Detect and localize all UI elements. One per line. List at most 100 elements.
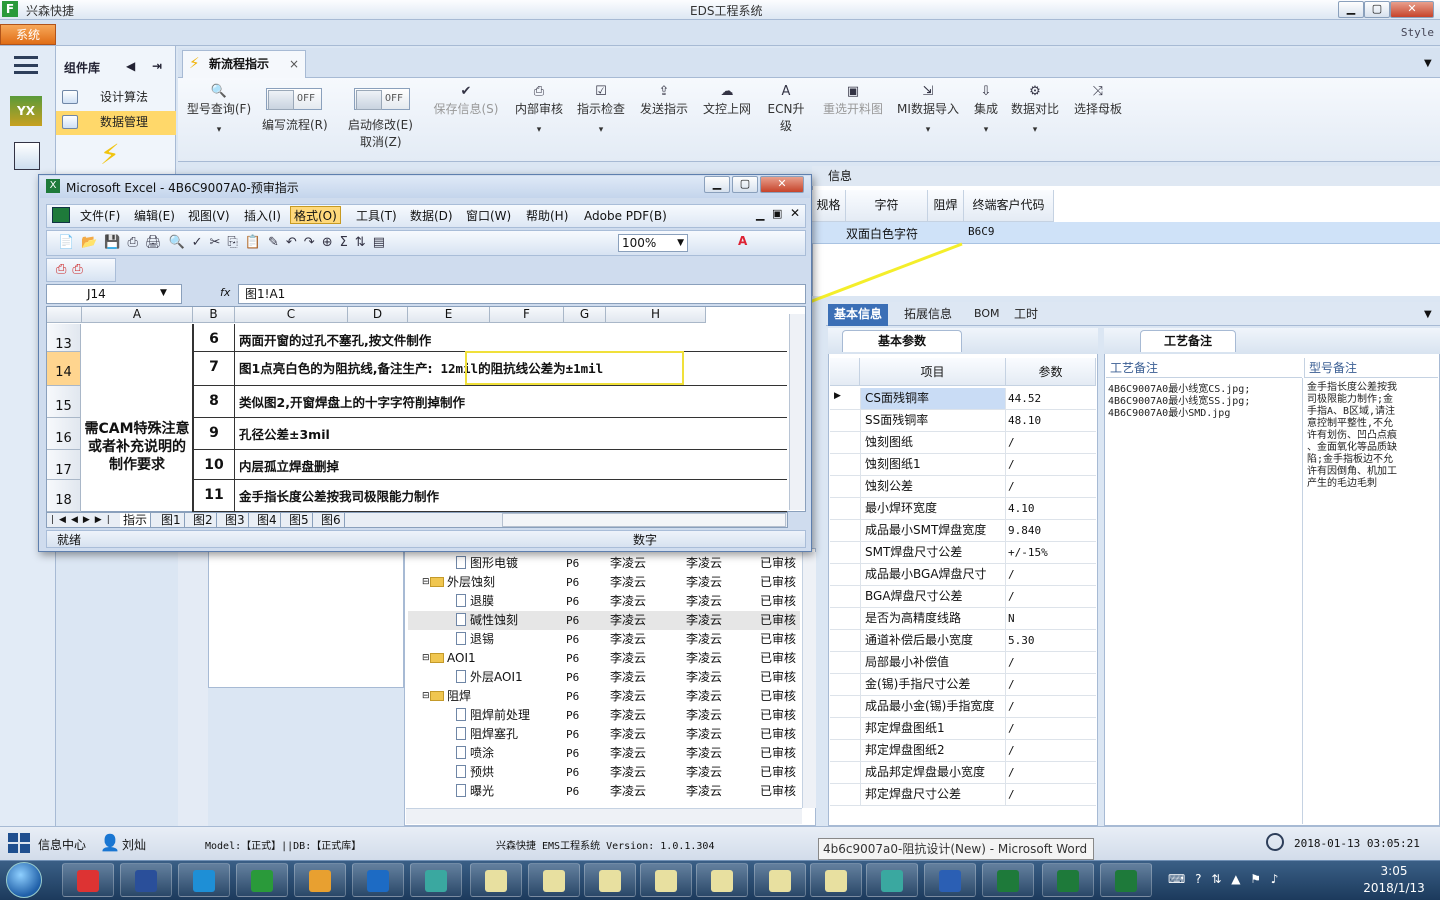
excel-doc-minimize[interactable]: ▁ — [756, 208, 764, 221]
ribbon-button-compare[interactable]: ⚙ 数据对比 ▾ — [1008, 84, 1062, 154]
tree-row[interactable]: 图形电镀 P6 李凌云 李凌云 已审核 — [408, 554, 800, 573]
taskbar-app-button[interactable] — [754, 863, 806, 897]
tree-row[interactable]: 退锡 P6 李凌云 李凌云 已审核 — [408, 630, 800, 649]
start-button[interactable] — [6, 862, 42, 898]
column-header[interactable]: E — [408, 307, 490, 323]
cell-b[interactable]: 9 — [193, 418, 235, 450]
sheet-tab[interactable]: 图4 — [254, 513, 281, 527]
param-row[interactable]: 邦定焊盘尺寸公差 / — [830, 784, 1096, 806]
sheet-tab[interactable]: 图5 — [286, 513, 313, 527]
sheet-nav-arrows[interactable]: |◀◀▶▶| — [51, 513, 115, 527]
taskbar-app-button[interactable] — [120, 863, 172, 897]
excel-menu-item[interactable]: 帮助(H) — [526, 207, 568, 225]
param-row[interactable]: ▶ CS面残铜率 44.52 — [830, 388, 1096, 410]
tree-row[interactable]: ⊟ AOI1 P6 李凌云 李凌云 已审核 — [408, 649, 800, 668]
taskbar-app-button[interactable] — [178, 863, 230, 897]
param-row[interactable]: 成品最小BGA焊盘尺寸 / — [830, 564, 1096, 586]
edit-flow-toggle[interactable]: OFF — [266, 88, 322, 110]
column-header[interactable]: B — [193, 307, 235, 323]
ribbon-button-checkbox[interactable]: ☑ 指示检查 ▾ — [574, 84, 628, 154]
cell-a-merged[interactable]: 需CAM特殊注意或者补充说明的制作要求 — [82, 324, 193, 512]
param-row[interactable]: 邦定焊盘图纸2/ — [830, 740, 1096, 762]
tree-row[interactable]: 阻焊前处理 P6 李凌云 李凌云 已审核 — [408, 706, 800, 725]
excel-doc-restore[interactable]: ▣ — [772, 207, 782, 220]
close-button[interactable]: ✕ — [1390, 1, 1434, 18]
param-value[interactable]: 48.10 — [1006, 410, 1096, 431]
param-row[interactable]: 通道补偿后最小宽度 5.30 — [830, 630, 1096, 652]
param-value[interactable]: 44.52 — [1006, 388, 1096, 409]
tree-row[interactable]: 曝光 P6 李凌云 李凌云 已审核 — [408, 782, 800, 801]
column-header[interactable]: H — [606, 307, 706, 323]
column-header[interactable]: D — [348, 307, 408, 323]
taskbar-app-button[interactable] — [924, 863, 976, 897]
param-row[interactable]: 局部最小补偿值 / — [830, 652, 1096, 674]
taskbar-app-button[interactable] — [470, 863, 522, 897]
cell-b[interactable]: 11 — [193, 480, 235, 512]
param-row[interactable]: 是否为高精度线路 N — [830, 608, 1096, 630]
taskbar-app-button[interactable] — [236, 863, 288, 897]
param-row[interactable]: 成品邦定焊盘最小宽度 / — [830, 762, 1096, 784]
taskbar-app-button[interactable] — [410, 863, 462, 897]
system-menu-button[interactable]: 系统 — [0, 24, 56, 45]
excel-menu-item[interactable]: 数据(D) — [410, 207, 453, 225]
param-value[interactable]: / — [1006, 476, 1096, 497]
top-grid-selected-row[interactable]: 双面白色字符 B6C9 — [812, 222, 1440, 244]
row-header[interactable]: 14 — [47, 352, 81, 386]
param-row[interactable]: 蚀刻图纸 / — [830, 432, 1096, 454]
style-menu[interactable]: Style — [1401, 26, 1434, 39]
tab-basic-info[interactable]: 基本信息 — [828, 304, 889, 326]
tree-row[interactable]: 退膜 P6 李凌云 李凌云 已审核 — [408, 592, 800, 611]
taskbar-app-button[interactable] — [528, 863, 580, 897]
excel-menu-item[interactable]: 文件(F) — [80, 207, 120, 225]
column-header[interactable]: A — [82, 307, 193, 323]
taskbar-app-button[interactable] — [866, 863, 918, 897]
excel-menu-item[interactable]: 窗口(W) — [466, 207, 511, 225]
param-row[interactable]: 成品最小金(锡)手指宽度 / — [830, 696, 1096, 718]
tab-new-flow[interactable]: ⚡ 新流程指示 × — [182, 50, 306, 78]
cell-b[interactable]: 8 — [193, 386, 235, 418]
param-row[interactable]: BGA焊盘尺寸公差 / — [830, 586, 1096, 608]
taskbar-app-button[interactable] — [640, 863, 692, 897]
excel-doc-icon[interactable] — [52, 207, 70, 223]
excel-toolbar-icons[interactable]: 📄📂💾⎙🖨🔍✓✂⎘📋✎↶↷⊕Σ⇅▤ — [58, 235, 392, 250]
param-row[interactable]: 蚀刻公差 / — [830, 476, 1096, 498]
collapse-icon[interactable]: ⊟ — [422, 649, 430, 668]
collapse-left-icon[interactable]: ◀ — [126, 59, 135, 73]
cell-c[interactable]: 孔径公差±3mil — [235, 418, 787, 450]
formula-bar[interactable]: 图1!A1 — [238, 284, 806, 304]
taskbar-app-button[interactable] — [352, 863, 404, 897]
tree-row[interactable]: ⊟ 外层蚀刻 P6 李凌云 李凌云 已审核 — [408, 573, 800, 592]
chevron-down-icon[interactable]: ▼ — [1424, 58, 1432, 69]
column-header[interactable]: F — [490, 307, 564, 323]
param-value[interactable]: / — [1006, 454, 1096, 475]
hamburger-icon[interactable] — [14, 56, 38, 74]
param-value[interactable]: / — [1006, 674, 1096, 695]
sheet-tab[interactable]: 指示 — [120, 513, 152, 527]
param-value[interactable]: / — [1006, 564, 1096, 585]
param-value[interactable]: 9.840 — [1006, 520, 1096, 541]
param-value[interactable]: / — [1006, 586, 1096, 607]
cell-c[interactable]: 类似图2,开窗焊盘上的十字字符削掉制作 — [235, 386, 787, 418]
cell-c[interactable]: 金手指长度公差按我司极限能力制作 — [235, 480, 787, 512]
sheet-tab[interactable]: 图3 — [222, 513, 249, 527]
ribbon-button-cloud-upload[interactable]: ☁ 文控上网 — [700, 84, 754, 154]
taskbar-app-button[interactable] — [810, 863, 862, 897]
excel-maximize-button[interactable]: ▢ — [732, 176, 758, 193]
model-query-button[interactable]: 🔍 型号查询(F) ▾ — [184, 84, 254, 154]
comp-item-data-management[interactable]: 数据管理 — [56, 111, 176, 135]
chevron-down-icon[interactable]: ▼ — [1424, 309, 1432, 320]
toggle-off[interactable]: OFF — [354, 88, 410, 110]
cancel-label[interactable]: 取消(Z) — [360, 133, 402, 150]
tree-row[interactable]: 喷涂 P6 李凌云 李凌云 已审核 — [408, 744, 800, 763]
column-header[interactable]: G — [564, 307, 606, 323]
param-row[interactable]: 最小焊环宽度 4.10 — [830, 498, 1096, 520]
excel-menu-item[interactable]: 视图(V) — [188, 207, 230, 225]
sheet-tab[interactable]: 图2 — [190, 513, 217, 527]
font-color-icon[interactable]: A — [738, 234, 747, 248]
param-row[interactable]: SS面残铜率 48.10 — [830, 410, 1096, 432]
maximize-button[interactable]: ▢ — [1364, 1, 1390, 18]
param-row[interactable]: 蚀刻图纸1/ — [830, 454, 1096, 476]
param-value[interactable]: 5.30 — [1006, 630, 1096, 651]
process-note-text[interactable]: 4B6C9007A0最小线宽CS.jpg; 4B6C9007A0最小线宽SS.j… — [1108, 384, 1302, 420]
row-header[interactable]: 15 — [47, 386, 81, 418]
